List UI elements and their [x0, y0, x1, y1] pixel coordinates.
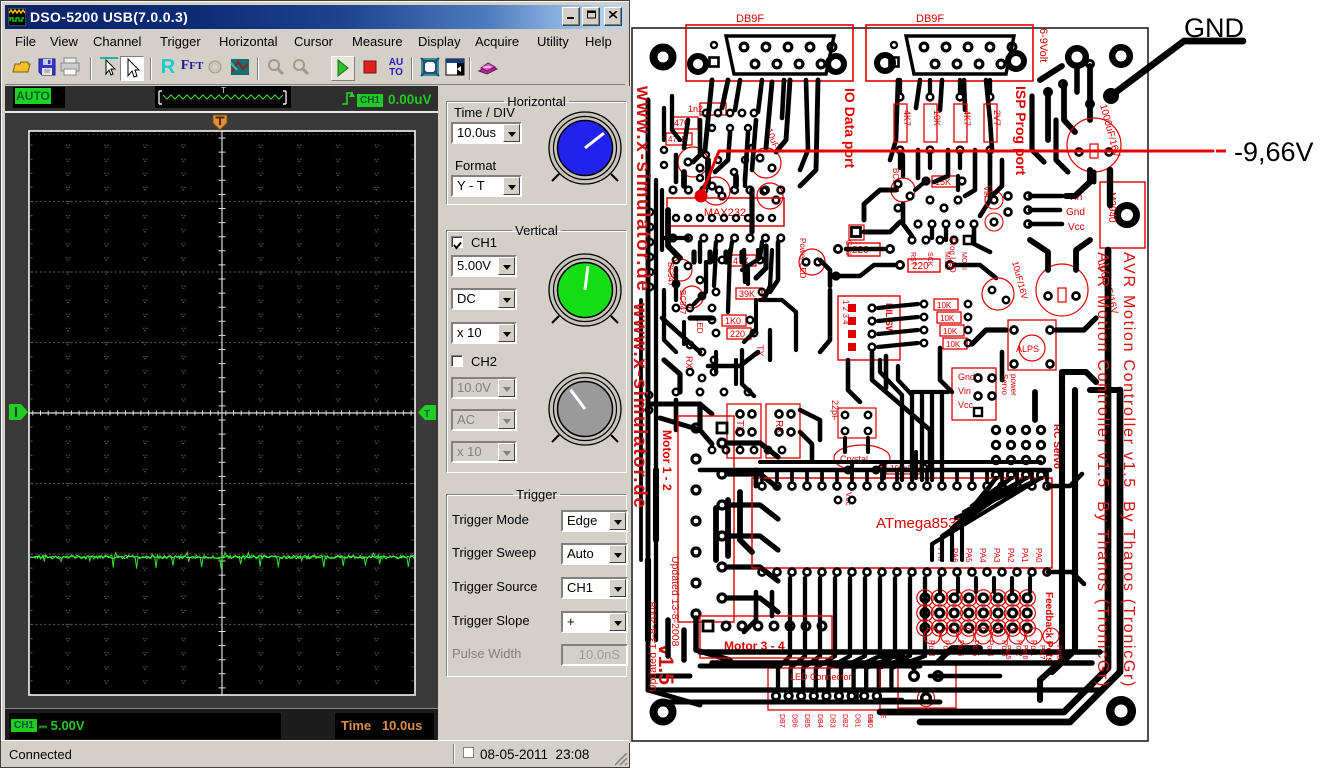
- svg-text:4K7: 4K7: [902, 110, 912, 126]
- svg-text:Gnd: Gnd: [958, 372, 975, 382]
- svg-text:www.x-simulator.de: www.x-simulator.de: [632, 85, 653, 293]
- svg-text:AVR Motion Controller v1.5 By: AVR Motion Controller v1.5 By Thanos (Tr…: [1094, 252, 1111, 688]
- svg-text:10K: 10K: [932, 110, 942, 126]
- svg-text:E: E: [879, 714, 886, 719]
- svg-text:220: 220: [912, 261, 929, 272]
- svg-text:power: power: [1009, 374, 1018, 396]
- svg-text:IO Data port: IO Data port: [842, 88, 858, 168]
- svg-text:DB7: DB7: [778, 714, 785, 728]
- svg-text:DB4: DB4: [816, 714, 823, 728]
- svg-text:10K: 10K: [943, 327, 958, 336]
- svg-text:AVR Motion Controller v1.5 By: AVR Motion Controller v1.5 By Thanos (Tr…: [1120, 252, 1137, 688]
- svg-text:Pot8: Pot8: [1055, 645, 1062, 660]
- svg-text:Updated 13-8-2008: Updated 13-8-2008: [669, 556, 681, 647]
- svg-text:Vin: Vin: [982, 186, 991, 197]
- svg-text:PA4: PA4: [978, 548, 987, 563]
- svg-text:1n2: 1n2: [688, 104, 703, 114]
- svg-text:6-9Volt: 6-9Volt: [1037, 28, 1049, 62]
- svg-text:Gnd: Gnd: [1066, 207, 1085, 218]
- svg-text:RX: RX: [684, 356, 694, 369]
- svg-text:PA0: PA0: [1034, 548, 1043, 563]
- svg-text:10K: 10K: [937, 301, 952, 310]
- svg-text:Pot6: Pot6: [1021, 645, 1028, 660]
- svg-text:LED Connector: LED Connector: [790, 672, 852, 682]
- svg-text:Vcc: Vcc: [958, 400, 974, 410]
- svg-text:-9,66V: -9,66V: [1234, 137, 1314, 167]
- svg-text:Pot5: Pot5: [1004, 645, 1011, 660]
- svg-text:DB5: DB5: [803, 714, 810, 728]
- svg-text:Motor 1 - 2: Motor 1 - 2: [660, 430, 674, 491]
- svg-text:PA2: PA2: [1006, 548, 1015, 563]
- svg-text:4K7: 4K7: [962, 110, 972, 126]
- svg-text:BC547: BC547: [678, 290, 687, 315]
- svg-text:DB1: DB1: [854, 714, 861, 728]
- svg-text:T: T: [424, 409, 430, 420]
- svg-text:39K: 39K: [739, 289, 755, 299]
- svg-text:Prog LED: Prog LED: [948, 238, 957, 273]
- svg-text:DB6: DB6: [791, 714, 798, 728]
- svg-text:PA1: PA1: [1020, 548, 1029, 563]
- svg-text:220: 220: [730, 329, 745, 339]
- svg-text:DB9F: DB9F: [916, 13, 944, 25]
- svg-text:PA3: PA3: [992, 548, 1001, 563]
- svg-text:DB3: DB3: [828, 714, 835, 728]
- svg-text:ALPS: ALPS: [1016, 344, 1039, 354]
- svg-text:Rs: Rs: [866, 714, 873, 723]
- svg-text:1K0: 1K0: [725, 316, 741, 326]
- svg-text:10K: 10K: [940, 314, 955, 323]
- svg-text:Pot7: Pot7: [1038, 645, 1045, 660]
- svg-text:DB9F: DB9F: [736, 13, 764, 25]
- svg-text:Vin: Vin: [958, 386, 971, 396]
- svg-text:2V7: 2V7: [992, 110, 1002, 126]
- svg-text:Vcc: Vcc: [1068, 222, 1085, 233]
- svg-text:10K: 10K: [946, 340, 961, 349]
- svg-text:PA5: PA5: [964, 548, 973, 563]
- svg-text:DB2: DB2: [841, 714, 848, 728]
- svg-text:ISP Prog port: ISP Prog port: [1013, 86, 1029, 176]
